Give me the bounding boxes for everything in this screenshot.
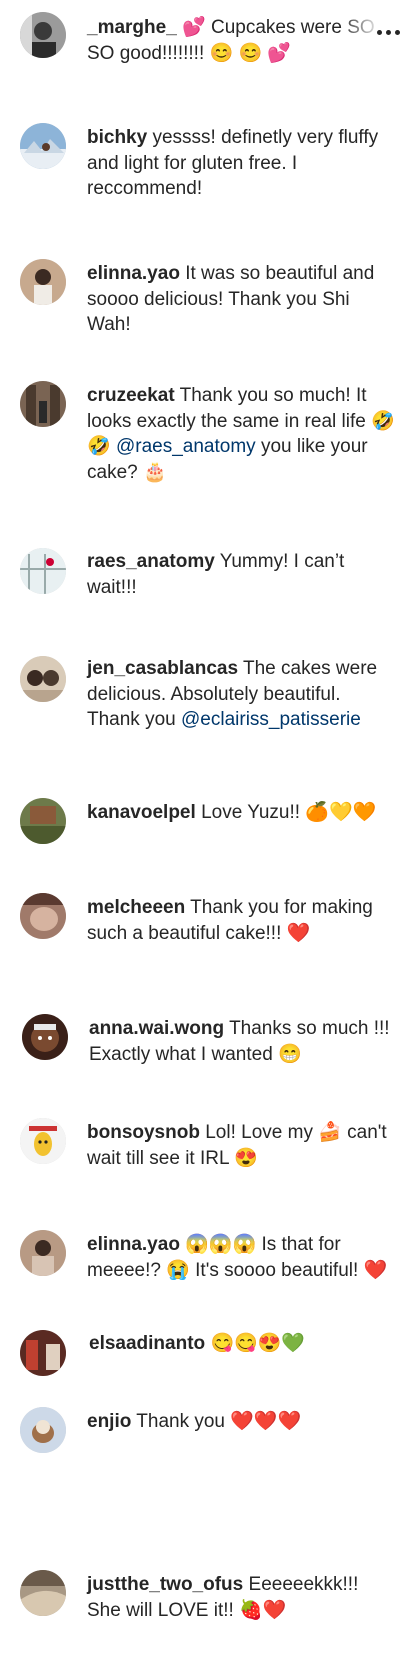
- avatar[interactable]: [20, 12, 66, 58]
- comment-username[interactable]: raes_anatomy: [87, 551, 215, 572]
- avatar[interactable]: [20, 1118, 66, 1164]
- comment-text: bonsoysnob Lol! Love my 🍰 can't wait til…: [87, 1120, 397, 1171]
- avatar[interactable]: [20, 1230, 66, 1276]
- comment-text: raes_anatomy Yummy! I can’t wait!!!: [87, 549, 397, 600]
- mention-link[interactable]: @eclairiss_patisserie: [181, 709, 361, 730]
- comment-username[interactable]: cruzeekat: [87, 385, 175, 406]
- avatar[interactable]: [20, 893, 66, 939]
- comment-text: bichky yessss! definetly very fluffy and…: [87, 125, 397, 202]
- comment-body: Love Yuzu!! 🍊💛🧡: [201, 802, 377, 823]
- avatar[interactable]: [20, 1330, 66, 1376]
- comment-text: melcheeen Thank you for making such a be…: [87, 895, 397, 946]
- avatar[interactable]: [22, 1014, 68, 1060]
- comment-body: 😋😋😍💚: [210, 1333, 306, 1354]
- comment-username[interactable]: jen_casablancas: [87, 658, 238, 679]
- avatar[interactable]: [20, 259, 66, 305]
- comment-username[interactable]: _marghe_: [87, 17, 177, 38]
- mention-link[interactable]: @raes_anatomy: [116, 436, 256, 457]
- avatar[interactable]: [20, 123, 66, 169]
- comment-text: elinna.yao 😱😱😱 Is that for meeee!? 😭 It'…: [87, 1232, 397, 1283]
- comment-username[interactable]: kanavoelpel: [87, 802, 196, 823]
- comment-text: elsaadinanto 😋😋😍💚: [89, 1331, 399, 1357]
- comment-text: justthe_two_ofus Eeeeeekkk!!! She will L…: [87, 1572, 397, 1623]
- comment-username[interactable]: elinna.yao: [87, 1234, 180, 1255]
- comment-username[interactable]: melcheeen: [87, 897, 185, 918]
- comment-username[interactable]: enjio: [87, 1411, 131, 1432]
- comment-body: Thank you ❤️❤️❤️: [136, 1411, 302, 1432]
- comment-text: anna.wai.wong Thanks so much !!! Exactly…: [89, 1016, 399, 1067]
- comment-username[interactable]: bonsoysnob: [87, 1122, 200, 1143]
- comment-username[interactable]: elinna.yao: [87, 263, 180, 284]
- comment-text: enjio Thank you ❤️❤️❤️: [87, 1409, 397, 1435]
- avatar[interactable]: [20, 381, 66, 427]
- comment-text: kanavoelpel Love Yuzu!! 🍊💛🧡: [87, 800, 397, 826]
- comment-text: cruzeekat Thank you so much! It looks ex…: [87, 383, 397, 485]
- avatar[interactable]: [20, 548, 66, 594]
- comment-username[interactable]: bichky: [87, 127, 147, 148]
- comment-username[interactable]: anna.wai.wong: [89, 1018, 224, 1039]
- avatar[interactable]: [20, 1407, 66, 1453]
- more-horizontal-icon[interactable]: [376, 24, 404, 38]
- comment-text: elinna.yao It was so beautiful and soooo…: [87, 261, 397, 338]
- avatar[interactable]: [20, 656, 66, 702]
- avatar[interactable]: [20, 1570, 66, 1616]
- avatar[interactable]: [20, 798, 66, 844]
- comment-text: jen_casablancas The cakes were delicious…: [87, 656, 397, 733]
- comment-username[interactable]: justthe_two_ofus: [87, 1574, 243, 1595]
- comment-username[interactable]: elsaadinanto: [89, 1333, 205, 1354]
